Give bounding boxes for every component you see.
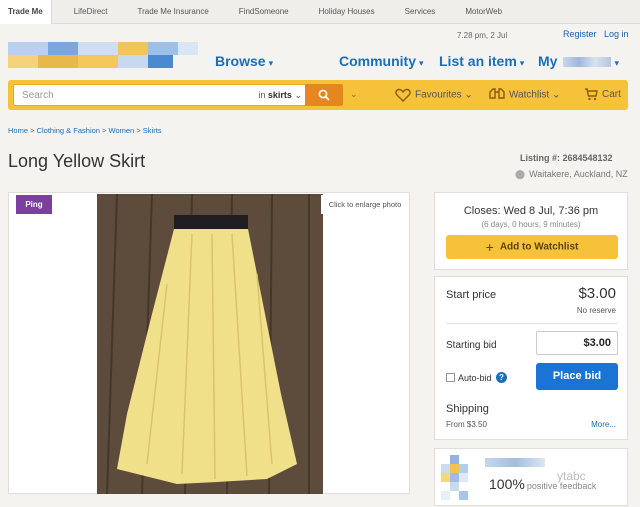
watermark: ytabc xyxy=(557,469,586,483)
cart-label: Cart xyxy=(602,89,621,101)
cart-button[interactable]: Cart xyxy=(584,88,621,101)
search-options-chevron-icon[interactable]: ⌄ xyxy=(350,89,358,100)
map-pin-icon: ⬤ xyxy=(515,169,526,179)
listing-location-text: Waitakere, Auckland, NZ xyxy=(529,169,628,179)
nav-list-an-item[interactable]: List an item ▾ xyxy=(439,53,524,69)
chevron-down-icon: ⌄ xyxy=(464,89,473,101)
breadcrumb-clothing-fashion[interactable]: Clothing & Fashion xyxy=(37,126,100,135)
breadcrumb-home[interactable]: Home xyxy=(8,126,28,135)
add-to-watchlist-button[interactable]: + Add to Watchlist xyxy=(446,235,618,259)
favourites-label: Favourites xyxy=(415,89,462,101)
seller-name-blurred[interactable] xyxy=(485,458,545,467)
divider xyxy=(446,323,618,324)
closing-time: Closes: Wed 8 Jul, 7:36 pm xyxy=(463,205,599,217)
auto-bid-label: Auto-bid xyxy=(458,373,492,383)
nav-community-label: Community xyxy=(339,53,416,69)
chevron-down-icon: ⌄ xyxy=(551,89,561,101)
nav-browse[interactable]: Browse ▾ xyxy=(215,53,273,69)
top-nav: Trade Me LifeDirect Trade Me Insurance F… xyxy=(0,0,640,24)
search-placeholder: Search xyxy=(22,90,54,101)
shipping-from: From $3.50 xyxy=(446,420,487,429)
seller-avatar[interactable] xyxy=(441,455,477,500)
register-link[interactable]: Register xyxy=(563,29,597,39)
search-scope-value: skirts xyxy=(267,90,292,100)
top-nav-lifedirect[interactable]: LifeDirect xyxy=(66,0,116,24)
breadcrumb: Home > Clothing & Fashion > Women > Skir… xyxy=(8,126,162,135)
starting-bid-label: Starting bid xyxy=(446,340,497,351)
chevron-down-icon: ⌄ xyxy=(294,90,302,100)
start-price-label: Start price xyxy=(446,289,497,301)
login-link[interactable]: Log in xyxy=(604,29,629,39)
top-nav-motorweb[interactable]: MotorWeb xyxy=(457,0,510,24)
blurred-username xyxy=(563,57,612,68)
top-nav-trade-me-insurance[interactable]: Trade Me Insurance xyxy=(129,0,216,24)
favourites-button[interactable]: Favourites ⌄ xyxy=(395,88,473,102)
shipping-more-link[interactable]: More... xyxy=(591,420,616,429)
search-input[interactable]: Search in skirts ⌄ xyxy=(13,84,309,106)
ping-badge: Ping xyxy=(16,195,52,214)
bidding-panel: Start price $3.00 No reserve Starting bi… xyxy=(434,276,628,440)
site-header: 7.28 pm, 2 Jul Register Log in Browse ▾ C… xyxy=(0,25,640,80)
auto-bid-checkbox[interactable] xyxy=(446,373,455,382)
breadcrumb-women[interactable]: Women xyxy=(109,126,135,135)
top-nav-holiday-houses[interactable]: Holiday Houses xyxy=(311,0,383,24)
plus-icon: + xyxy=(485,239,494,255)
start-price-value: $3.00 xyxy=(578,285,616,302)
chevron-down-icon: ▾ xyxy=(419,58,424,68)
search-button[interactable] xyxy=(305,84,343,106)
cart-icon xyxy=(585,88,598,101)
nav-my-trade-me[interactable]: My ▾ xyxy=(538,53,619,69)
enlarge-photo-link[interactable]: Click to enlarge photo xyxy=(321,195,409,214)
nav-community[interactable]: Community ▾ xyxy=(339,53,424,69)
bid-amount-input[interactable]: $3.00 xyxy=(536,331,618,355)
search-bar: Search in skirts ⌄ ⌄ Favourites ⌄ Watchl… xyxy=(8,80,628,110)
time-remaining: (6 days, 0 hours, 9 minutes) xyxy=(481,220,581,229)
site-logo[interactable] xyxy=(8,42,198,68)
watchlist-button[interactable]: Watchlist ⌄ xyxy=(489,88,560,102)
skirt-photo-image xyxy=(97,194,323,494)
top-nav-findsomeone[interactable]: FindSomeone xyxy=(231,0,297,24)
seller-panel: 100% positive feedback ytabc xyxy=(434,448,628,506)
chevron-down-icon: ▾ xyxy=(268,58,274,68)
nav-list-an-item-label: List an item xyxy=(439,53,517,69)
binoculars-icon xyxy=(489,88,505,99)
search-category-select[interactable]: in skirts ⌄ xyxy=(258,90,302,101)
closing-panel: Closes: Wed 8 Jul, 7:36 pm (6 days, 0 ho… xyxy=(434,192,628,270)
current-datetime: 7.28 pm, 2 Jul xyxy=(457,31,508,40)
top-nav-services[interactable]: Services xyxy=(397,0,444,24)
listing-photo[interactable] xyxy=(97,194,323,494)
listing-location: ⬤ Waitakere, Auckland, NZ xyxy=(515,169,628,180)
add-to-watchlist-label: Add to Watchlist xyxy=(499,241,579,253)
search-icon xyxy=(318,89,330,101)
shipping-label: Shipping xyxy=(446,403,489,415)
feedback-percent: 100% xyxy=(489,476,525,492)
nav-my-label: My xyxy=(538,53,558,69)
reserve-status: No reserve xyxy=(576,306,616,315)
breadcrumb-skirts[interactable]: Skirts xyxy=(143,126,162,135)
top-nav-trade-me[interactable]: Trade Me xyxy=(0,0,52,24)
help-icon[interactable]: ? xyxy=(496,372,507,383)
chevron-down-icon: ▾ xyxy=(519,58,525,68)
nav-browse-label: Browse xyxy=(215,53,266,69)
heart-icon xyxy=(395,88,411,102)
chevron-down-icon: ▾ xyxy=(614,58,619,68)
watchlist-label: Watchlist xyxy=(509,89,550,101)
search-scope-prefix: in xyxy=(258,90,266,100)
photo-card: Ping Click to enlarge photo xyxy=(8,192,410,494)
place-bid-button[interactable]: Place bid xyxy=(536,363,618,390)
listing-title: Long Yellow Skirt xyxy=(8,151,146,171)
listing-number: Listing #: 2684548132 xyxy=(520,153,613,163)
